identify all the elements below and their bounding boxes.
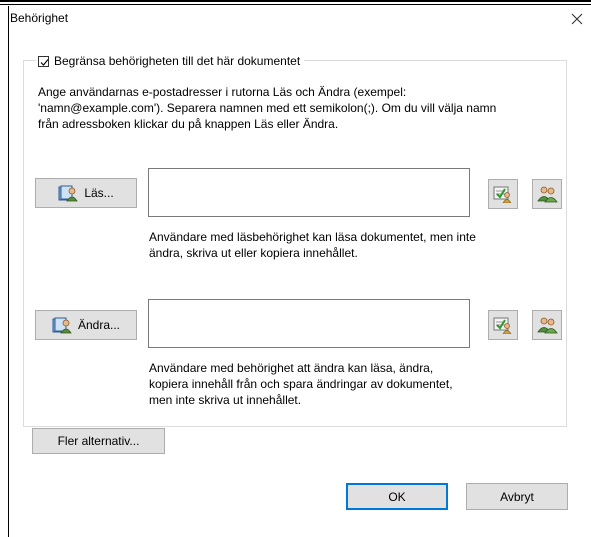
window-left-border [8, 6, 9, 537]
users-icon [537, 317, 558, 334]
close-button[interactable] [566, 8, 588, 30]
change-help-line-1: Användare med behörighet att ändra kan l… [149, 361, 434, 375]
address-book-icon [52, 317, 72, 334]
check-names-icon [493, 186, 512, 203]
address-book-icon [58, 185, 79, 202]
check-names-icon [493, 317, 512, 334]
change-users-input[interactable] [148, 299, 470, 348]
read-check-names-button[interactable] [488, 179, 518, 209]
change-help-line-2: kopiera innehåll från och spara ändringa… [149, 377, 453, 391]
instructions-line-2: 'namn@example.com'). Separera namnen med… [38, 101, 497, 115]
instructions-line-1: Ange användarnas e-postadresser i rutorn… [38, 85, 407, 99]
users-icon [537, 186, 558, 203]
change-user-lookup-button[interactable] [532, 310, 562, 340]
restrict-checkbox-label[interactable]: Begränsa behörigheten till det här dokum… [54, 54, 300, 68]
change-check-names-button[interactable] [488, 310, 518, 340]
window-top-border-inner [0, 4, 591, 5]
read-button-label: Läs... [84, 186, 114, 200]
instructions-text: Ange användarnas e-postadresser i rutorn… [38, 84, 548, 132]
read-help-line-2: ändra, skriva ut eller kopiera innehålle… [149, 246, 358, 260]
read-help-text: Användare med läsbehörighet kan läsa dok… [149, 229, 476, 261]
cancel-button[interactable]: Avbryt [466, 483, 568, 510]
restrict-permission[interactable]: Begränsa behörigheten till det här dokum… [36, 52, 305, 70]
close-icon[interactable] [566, 8, 588, 30]
ok-button[interactable]: OK [346, 483, 448, 510]
more-options-button[interactable]: Fler alternativ... [32, 428, 165, 454]
read-help-line-1: Användare med läsbehörighet kan läsa dok… [149, 230, 476, 244]
read-button[interactable]: Läs... [35, 178, 137, 208]
change-help-line-3: men inte skriva ut innehållet. [149, 393, 302, 407]
instructions-line-3: från adressboken klickar du på knappen L… [38, 117, 339, 131]
dialog-title: Behörighet [10, 11, 69, 25]
restrict-checkbox[interactable] [38, 55, 49, 67]
change-button-label: Ändra... [77, 318, 121, 332]
change-help-text: Användare med behörighet att ändra kan l… [149, 360, 453, 408]
change-button[interactable]: Ändra... [35, 310, 137, 340]
read-users-input[interactable] [148, 168, 470, 217]
window-top-border [0, 0, 591, 2]
checkmark-icon [40, 58, 49, 66]
read-user-lookup-button[interactable] [532, 179, 562, 209]
